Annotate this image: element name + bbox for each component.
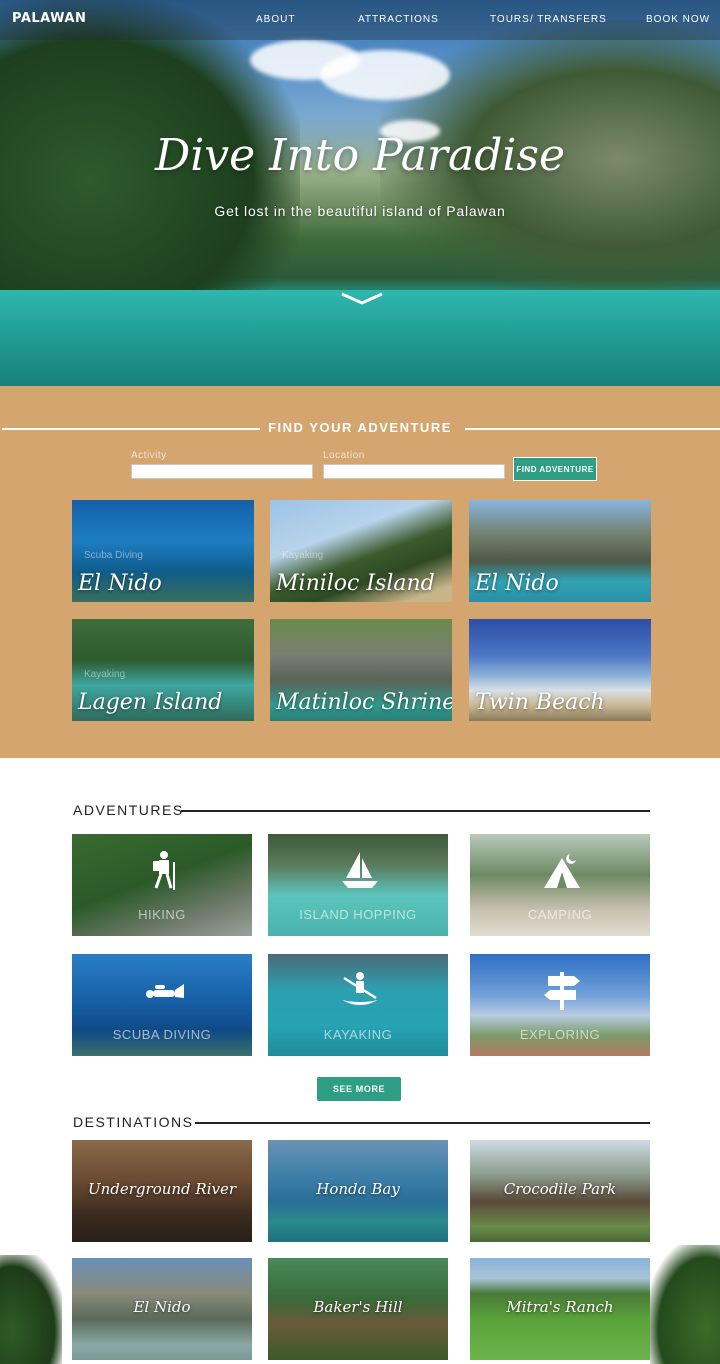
destination-card[interactable]: Honda Bay <box>268 1140 448 1242</box>
adventure-card[interactable]: ISLAND HOPPING <box>268 834 448 936</box>
tile-place: El Nido <box>78 571 162 596</box>
divider <box>465 428 720 430</box>
adventure-label: CAMPING <box>527 907 593 922</box>
adventure-label: ISLAND HOPPING <box>299 907 417 922</box>
nav-attractions[interactable]: ATTRACTIONS <box>358 14 439 25</box>
destination-name: Underground River <box>87 1180 237 1198</box>
find-adventure-section: FIND YOUR ADVENTURE Activity Location FI… <box>0 386 720 758</box>
adventure-label: EXPLORING <box>519 1027 601 1042</box>
top-nav: PALAWAN ABOUT ATTRACTIONS TOURS/ TRANSFE… <box>0 0 720 40</box>
chevron-down-icon[interactable] <box>340 292 384 306</box>
nav-book-now[interactable]: BOOK NOW <box>646 14 710 25</box>
tile-activity: Kayaking <box>84 669 126 680</box>
find-adventure-button[interactable]: FIND ADVENTURE <box>513 457 597 481</box>
hiker-icon <box>153 851 175 890</box>
adventure-label: HIKING <box>138 907 186 922</box>
sailboat-icon <box>342 852 378 888</box>
hero-banner: PALAWAN ABOUT ATTRACTIONS TOURS/ TRANSFE… <box>0 0 720 386</box>
adventures-heading: ADVENTURES <box>73 802 184 818</box>
activity-input[interactable] <box>131 464 313 479</box>
tile-place: Miniloc Island <box>276 571 435 596</box>
result-tile[interactable]: Scuba Diving El Nido <box>72 500 254 602</box>
result-tile[interactable]: Kayaking Miniloc Island <box>270 500 452 602</box>
signpost-icon <box>544 972 580 1010</box>
result-tile[interactable]: Twin Beach <box>469 619 651 721</box>
decorative-foliage <box>0 1255 62 1364</box>
tile-activity: Kayaking <box>282 550 324 561</box>
nav-about[interactable]: ABOUT <box>256 14 295 25</box>
tile-place: Matinloc Shrine <box>276 690 452 715</box>
hero-cloud <box>320 50 450 100</box>
destination-name: Mitra's Ranch <box>506 1298 614 1316</box>
destination-card[interactable]: Underground River <box>72 1140 252 1242</box>
result-tile[interactable]: El Nido <box>469 500 651 602</box>
activity-label: Activity <box>131 450 167 461</box>
divider <box>195 1122 650 1124</box>
adventure-card[interactable]: SCUBA DIVING <box>72 954 252 1056</box>
location-input[interactable] <box>323 464 505 479</box>
hero-title: Dive Into Paradise <box>154 130 566 181</box>
kayak-icon <box>342 972 378 1005</box>
destination-card[interactable]: Crocodile Park <box>470 1140 650 1242</box>
adventure-label: KAYAKING <box>323 1027 393 1042</box>
tile-place: Twin Beach <box>475 690 605 715</box>
decorative-foliage <box>650 1245 720 1364</box>
destination-name: El Nido <box>133 1298 191 1316</box>
tile-place: El Nido <box>475 571 559 596</box>
destination-card[interactable]: El Nido <box>72 1258 252 1360</box>
site-logo[interactable]: PALAWAN <box>12 11 86 26</box>
result-tile[interactable]: Kayaking Lagen Island <box>72 619 254 721</box>
destination-card[interactable]: Mitra's Ranch <box>470 1258 650 1360</box>
hero-subtitle: Get lost in the beautiful island of Pala… <box>214 203 506 219</box>
diver-icon <box>146 984 184 998</box>
adventure-card[interactable]: CAMPING <box>470 834 650 936</box>
location-label: Location <box>323 450 365 461</box>
adventure-card[interactable]: HIKING <box>72 834 252 936</box>
destination-name: Baker's Hill <box>313 1298 403 1316</box>
destinations-heading: DESTINATIONS <box>73 1114 194 1130</box>
adventure-card[interactable]: KAYAKING <box>268 954 448 1056</box>
destination-card[interactable]: Baker's Hill <box>268 1258 448 1360</box>
adventure-card[interactable]: EXPLORING <box>470 954 650 1056</box>
destination-name: Crocodile Park <box>503 1180 617 1198</box>
divider <box>181 810 650 812</box>
tile-place: Lagen Island <box>78 690 223 715</box>
adventure-label: SCUBA DIVING <box>112 1027 212 1042</box>
destination-name: Honda Bay <box>316 1180 400 1198</box>
result-tile[interactable]: Matinloc Shrine <box>270 619 452 721</box>
tent-icon <box>544 854 580 888</box>
tile-activity: Scuba Diving <box>84 550 143 561</box>
nav-tours-transfers[interactable]: TOURS/ TRANSFERS <box>490 14 607 25</box>
see-more-button[interactable]: SEE MORE <box>317 1077 401 1101</box>
